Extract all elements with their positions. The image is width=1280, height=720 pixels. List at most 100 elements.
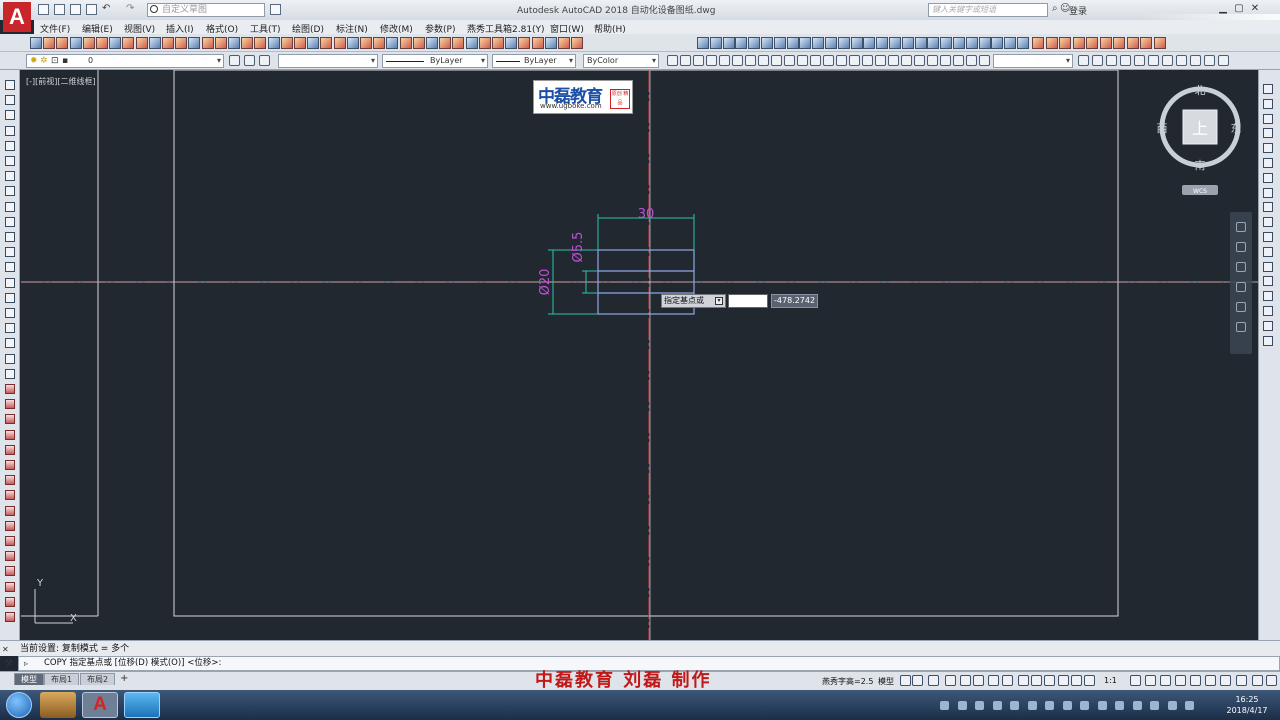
modify-tool-icon[interactable] bbox=[1263, 320, 1273, 331]
draw-tool-icon[interactable] bbox=[5, 520, 15, 531]
status-toggle-icon[interactable] bbox=[1071, 675, 1082, 686]
toolbar-tool-icon[interactable] bbox=[735, 37, 748, 49]
toolbar-tool-icon[interactable] bbox=[254, 37, 267, 49]
toolbar-tool-icon[interactable] bbox=[940, 37, 953, 49]
status-toggle-icon[interactable] bbox=[1031, 675, 1042, 686]
toolbar-tool-icon[interactable] bbox=[267, 37, 280, 49]
navigation-tool-icon[interactable] bbox=[1236, 222, 1246, 232]
compass-east[interactable]: 东 bbox=[1231, 122, 1242, 135]
lightbulb-icon[interactable]: ✹ bbox=[30, 56, 38, 66]
toolbar-tool-icon[interactable] bbox=[786, 37, 799, 49]
autocad-taskbar-icon[interactable]: A bbox=[82, 692, 118, 718]
modify-tool-icon[interactable] bbox=[1263, 113, 1273, 124]
draw-tool-icon[interactable] bbox=[5, 201, 15, 212]
toolbar-tool-icon[interactable] bbox=[135, 37, 148, 49]
draw-tool-icon[interactable] bbox=[5, 323, 15, 334]
toolbar-tool-icon[interactable] bbox=[162, 37, 174, 49]
dimension-tool-icon[interactable] bbox=[849, 55, 860, 66]
draw-tool-icon[interactable] bbox=[5, 490, 15, 501]
status-toggle-icon[interactable] bbox=[1220, 675, 1231, 686]
draw-tool-icon[interactable] bbox=[5, 292, 15, 303]
dimension-tool-icon[interactable] bbox=[927, 55, 938, 66]
tray-icon[interactable] bbox=[992, 701, 1002, 710]
style-tool-icon[interactable] bbox=[1106, 55, 1117, 66]
toolbar-tool-icon[interactable] bbox=[452, 37, 465, 49]
tab-layout2[interactable]: 布局2 bbox=[80, 673, 116, 685]
toolbar-tool-icon[interactable] bbox=[991, 37, 1004, 49]
draw-tool-icon[interactable] bbox=[5, 399, 15, 410]
layer-previous-icon[interactable] bbox=[244, 55, 255, 66]
status-toggle-icon[interactable] bbox=[1084, 675, 1095, 686]
toolbar-tool-icon[interactable] bbox=[439, 37, 452, 49]
toolbar-tool-icon[interactable] bbox=[307, 37, 320, 49]
toolbar-tool-icon[interactable] bbox=[360, 37, 372, 49]
draw-tool-icon[interactable] bbox=[5, 247, 15, 258]
toolbar-tool-icon[interactable] bbox=[901, 37, 914, 49]
explorer-taskbar-icon[interactable] bbox=[40, 692, 76, 718]
modify-tool-icon[interactable] bbox=[1263, 217, 1273, 228]
modify-tool-icon[interactable] bbox=[1263, 84, 1273, 94]
tray-icon[interactable] bbox=[1185, 701, 1194, 710]
draw-tool-icon[interactable] bbox=[5, 444, 15, 455]
status-toggle-icon[interactable] bbox=[1205, 675, 1216, 686]
status-toggle-icon[interactable] bbox=[973, 675, 984, 686]
status-toggle-icon[interactable] bbox=[988, 675, 999, 686]
tray-icon[interactable] bbox=[1080, 701, 1089, 710]
toolbar-tool-icon[interactable] bbox=[241, 37, 254, 49]
toolbar-tool-icon[interactable] bbox=[1126, 37, 1139, 49]
status-toggle-icon[interactable] bbox=[1252, 675, 1263, 686]
dimension-tool-icon[interactable] bbox=[979, 55, 990, 66]
toolbar-tool-icon[interactable] bbox=[812, 37, 825, 49]
tray-icon[interactable] bbox=[975, 701, 984, 710]
modify-tool-icon[interactable] bbox=[1263, 306, 1273, 316]
new-icon[interactable] bbox=[38, 4, 49, 15]
toolbar-tool-icon[interactable] bbox=[709, 37, 722, 49]
toolbar-tool-icon[interactable] bbox=[399, 37, 412, 49]
style-tool-icon[interactable] bbox=[1120, 55, 1131, 66]
toolbar-tool-icon[interactable] bbox=[876, 37, 889, 49]
style-tool-icon[interactable] bbox=[1134, 55, 1145, 66]
save-icon[interactable] bbox=[70, 4, 81, 15]
browser-taskbar-icon[interactable] bbox=[124, 692, 160, 718]
toolbar-tool-icon[interactable] bbox=[294, 37, 306, 49]
start-button[interactable] bbox=[6, 692, 32, 718]
draw-tool-icon[interactable] bbox=[5, 475, 15, 486]
toolbar-tool-icon[interactable] bbox=[122, 37, 135, 49]
prompt-options-icon[interactable]: ▾ bbox=[715, 297, 723, 305]
dimension-tool-icon[interactable] bbox=[953, 55, 964, 66]
tray-icon[interactable] bbox=[1167, 701, 1177, 710]
toolbar-tool-icon[interactable] bbox=[56, 37, 69, 49]
dimension-tool-icon[interactable] bbox=[823, 55, 834, 66]
draw-tool-icon[interactable] bbox=[5, 505, 15, 516]
command-prompt-icon[interactable]: ▹ bbox=[24, 659, 36, 668]
toolbar-tool-icon[interactable] bbox=[837, 37, 850, 49]
toolbar-tool-icon[interactable] bbox=[386, 37, 399, 49]
dimension-tool-icon[interactable] bbox=[680, 55, 691, 66]
style-tool-icon[interactable] bbox=[1162, 55, 1173, 66]
draw-tool-icon[interactable] bbox=[5, 536, 15, 546]
style-tool-icon[interactable] bbox=[1218, 55, 1229, 66]
style-dropdown[interactable] bbox=[993, 54, 1073, 68]
style-tool-icon[interactable] bbox=[1190, 55, 1201, 66]
model-space-toggle[interactable]: 模型 bbox=[878, 676, 894, 687]
viewport-controls[interactable]: [-][前视][二维线框] bbox=[26, 76, 96, 87]
dimension-tool-icon[interactable] bbox=[719, 55, 730, 66]
toolbar-tool-icon[interactable] bbox=[465, 37, 478, 49]
close-icon[interactable]: ✕ bbox=[2, 645, 9, 654]
toolbar-tool-icon[interactable] bbox=[214, 37, 227, 49]
dynamic-input-field[interactable] bbox=[728, 294, 768, 308]
plotstyle-dropdown[interactable]: ByColor bbox=[583, 54, 659, 68]
toolbar-tool-icon[interactable] bbox=[109, 37, 122, 49]
toolbar-tool-icon[interactable] bbox=[773, 37, 786, 49]
dimension-tool-icon[interactable] bbox=[771, 55, 782, 66]
draw-tool-icon[interactable] bbox=[5, 384, 15, 394]
draw-tool-icon[interactable] bbox=[5, 596, 15, 607]
modify-tool-icon[interactable] bbox=[1263, 246, 1273, 257]
annotation-scale[interactable]: 1:1 bbox=[1104, 676, 1117, 685]
status-toggle-icon[interactable] bbox=[1018, 675, 1029, 686]
status-toggle-icon[interactable] bbox=[1190, 675, 1201, 686]
tab-model[interactable]: 模型 bbox=[14, 673, 44, 685]
draw-tool-icon[interactable] bbox=[5, 186, 15, 197]
draw-tool-icon[interactable] bbox=[5, 140, 15, 151]
workspace-dropdown[interactable]: 自定义草图 bbox=[147, 3, 265, 17]
